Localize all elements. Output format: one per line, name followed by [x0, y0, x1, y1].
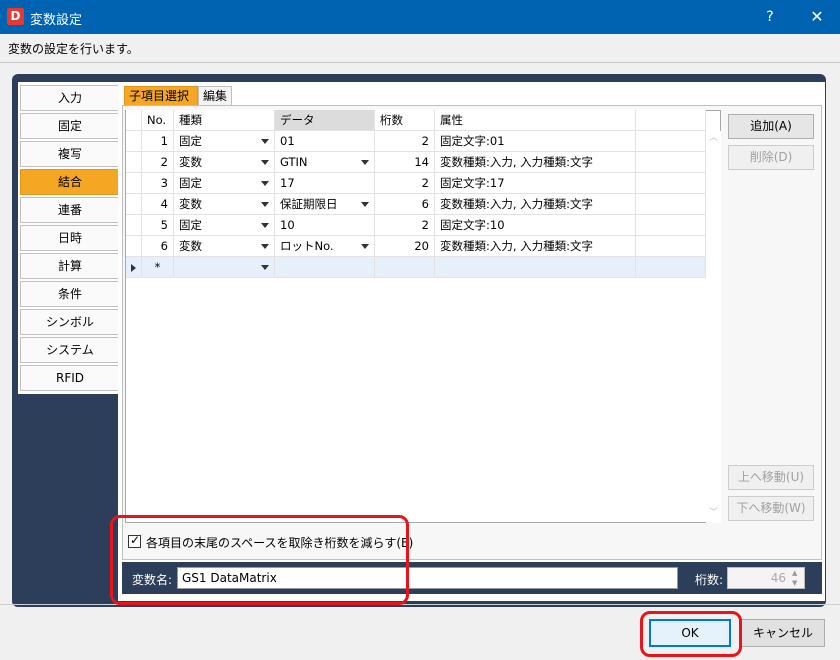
cell-digits[interactable]: 14 — [375, 152, 435, 173]
grid-scrollbar[interactable]: ︿ ﹀ — [706, 131, 721, 523]
row-selector[interactable] — [126, 215, 142, 236]
cancel-button[interactable]: キャンセル — [741, 619, 825, 647]
scroll-up-icon[interactable]: ︿ — [709, 134, 718, 143]
close-button[interactable]: ✕ — [795, 0, 839, 34]
cell-data-dropdown[interactable]: 保証期限日 — [275, 194, 375, 215]
cell-filler — [636, 194, 706, 215]
move-up-button[interactable]: 上へ移動(U) — [728, 465, 814, 490]
column-header-data[interactable]: データ — [275, 110, 375, 131]
cell-no: 1 — [142, 131, 174, 152]
nav-item-datetime[interactable]: 日時 — [20, 225, 120, 251]
cell-data[interactable]: 01 — [275, 131, 375, 152]
cell-digits[interactable]: 2 — [375, 173, 435, 194]
nav-item-rfid[interactable]: RFID — [20, 365, 120, 391]
cell-digits[interactable]: 2 — [375, 215, 435, 236]
cell-data-dropdown[interactable]: GTIN — [275, 152, 375, 173]
nav-item-copy[interactable]: 複写 — [20, 141, 120, 167]
row-selector[interactable] — [126, 194, 142, 215]
scroll-down-icon[interactable]: ﹀ — [709, 509, 718, 518]
cell-attr: 変数種類:入力, 入力種類:文字 — [435, 236, 636, 257]
cell-attr: 固定文字:10 — [435, 215, 636, 236]
cell-attr: 固定文字:17 — [435, 173, 636, 194]
help-button[interactable]: ? — [748, 0, 792, 34]
cell-data[interactable]: 17 — [275, 173, 375, 194]
new-row-filler — [636, 257, 706, 278]
cell-no: 4 — [142, 194, 174, 215]
cell-data[interactable]: 10 — [275, 215, 375, 236]
cell-digits[interactable]: 20 — [375, 236, 435, 257]
cell-digits[interactable]: 6 — [375, 194, 435, 215]
title-bar: D 変数設定 ? ✕ — [0, 0, 840, 34]
column-header-kind[interactable]: 種類 — [174, 110, 275, 131]
new-row-marker: * — [142, 257, 174, 278]
cell-attr: 変数種類:入力, 入力種類:文字 — [435, 194, 636, 215]
cell-no: 5 — [142, 215, 174, 236]
add-button[interactable]: 追加(A) — [728, 114, 814, 139]
nav-item-input[interactable]: 入力 — [20, 85, 120, 111]
window-title: 変数設定 — [30, 13, 83, 28]
cell-filler — [636, 152, 706, 173]
row-selector[interactable] — [126, 131, 142, 152]
cell-attr: 変数種類:入力, 入力種類:文字 — [435, 152, 636, 173]
current-row-arrow-icon — [131, 264, 136, 272]
column-header-attr[interactable]: 属性 — [435, 110, 636, 131]
column-header-no[interactable]: No. — [142, 110, 174, 131]
spin-up-icon: ▲ — [792, 569, 798, 577]
cell-kind-dropdown[interactable]: 変数 — [174, 236, 275, 257]
cell-filler — [636, 173, 706, 194]
cell-filler — [636, 236, 706, 257]
cell-data-dropdown[interactable]: ロットNo. — [275, 236, 375, 257]
cell-kind-dropdown[interactable]: 固定 — [174, 173, 275, 194]
nav-item-serial[interactable]: 連番 — [20, 197, 120, 223]
tab-edit[interactable]: 編集 — [198, 86, 232, 106]
new-row-digits[interactable] — [375, 257, 435, 278]
move-down-button[interactable]: 下へ移動(W) — [728, 496, 814, 521]
dialog-description: 変数の設定を行います。 — [8, 42, 139, 56]
nav-item-symbol[interactable]: シンボル — [20, 309, 120, 335]
cell-attr: 固定文字:01 — [435, 131, 636, 152]
nav-item-concat[interactable]: 結合 — [20, 169, 120, 195]
cell-no: 3 — [142, 173, 174, 194]
spin-down-icon: ▼ — [792, 579, 798, 587]
cell-filler — [636, 215, 706, 236]
divider — [0, 62, 840, 63]
row-selector[interactable] — [126, 173, 142, 194]
highlight-box — [110, 515, 409, 605]
new-row-attr — [435, 257, 636, 278]
cell-kind-dropdown[interactable]: 固定 — [174, 215, 275, 236]
nav-item-fixed[interactable]: 固定 — [20, 113, 120, 139]
cell-digits[interactable]: 2 — [375, 131, 435, 152]
highlight-box — [640, 611, 742, 657]
cell-kind-dropdown[interactable]: 変数 — [174, 152, 275, 173]
nav-item-calc[interactable]: 計算 — [20, 253, 120, 279]
new-row-data[interactable] — [275, 257, 375, 278]
cell-kind-dropdown[interactable]: 固定 — [174, 131, 275, 152]
column-header-digits[interactable]: 桁数 — [375, 110, 435, 131]
cell-filler — [636, 131, 706, 152]
cell-no: 6 — [142, 236, 174, 257]
cell-no: 2 — [142, 152, 174, 173]
delete-button[interactable]: 削除(D) — [728, 145, 814, 170]
tab-child-select[interactable]: 子項目選択 — [124, 86, 198, 106]
column-header-selector — [126, 110, 142, 131]
nav-item-system[interactable]: システム — [20, 337, 120, 363]
digit-count-label: 桁数: — [695, 573, 724, 587]
row-selector[interactable] — [126, 152, 142, 173]
nav-item-condition[interactable]: 条件 — [20, 281, 120, 307]
app-icon: D — [7, 8, 24, 25]
row-selector[interactable] — [126, 236, 142, 257]
cell-kind-dropdown[interactable]: 変数 — [174, 194, 275, 215]
column-header-filler — [636, 110, 706, 131]
new-row-kind-dropdown[interactable] — [174, 257, 275, 278]
